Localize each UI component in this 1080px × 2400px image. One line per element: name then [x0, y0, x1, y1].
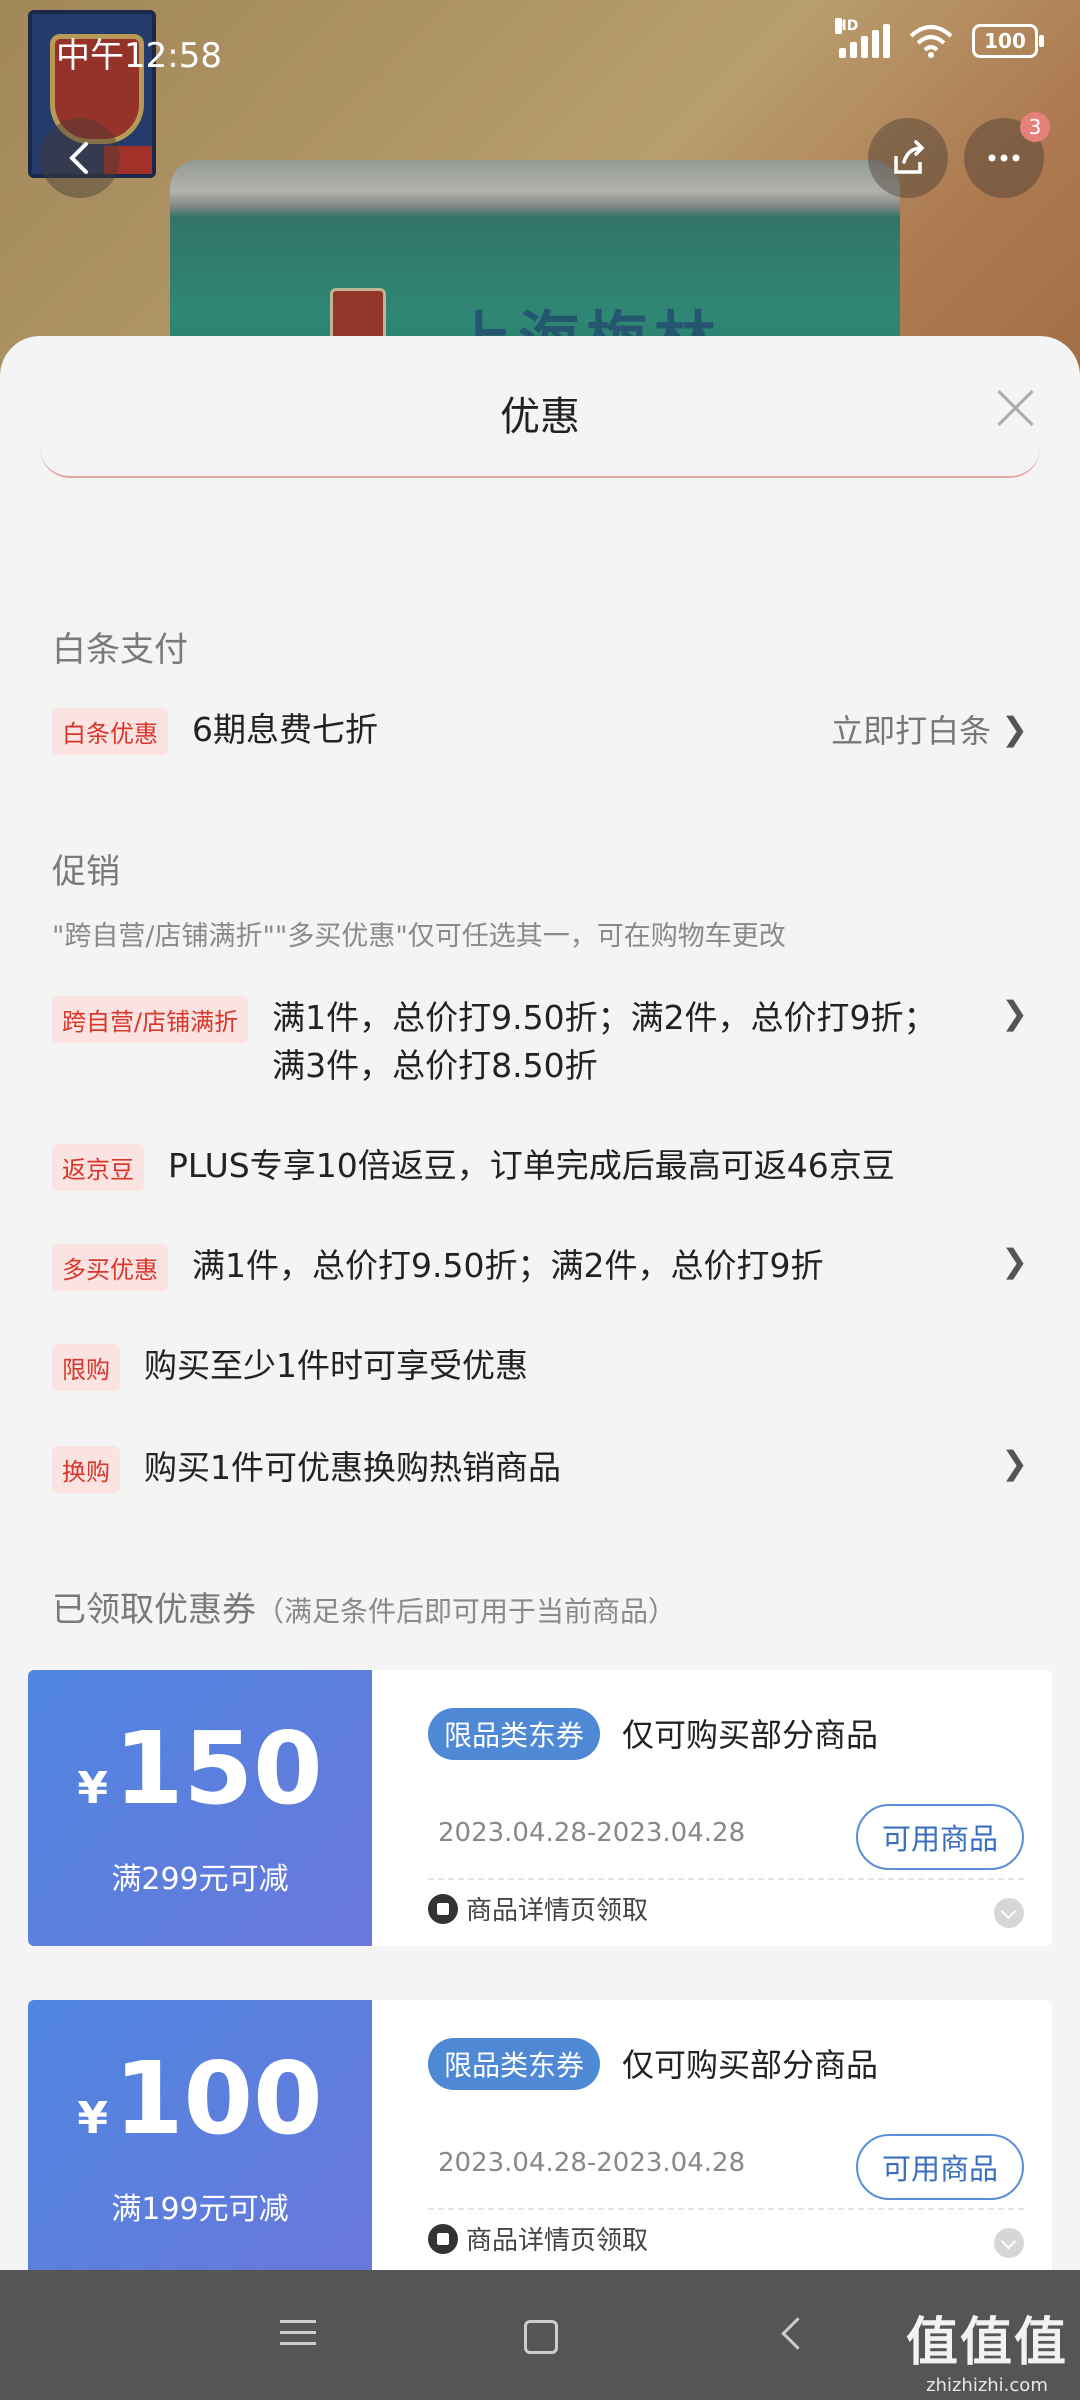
- chevron-right-icon: ❯: [1001, 710, 1028, 748]
- promo-item: 返京豆 PLUS专享10倍返豆，订单完成后最高可返46京豆: [52, 1142, 1028, 1191]
- available-products-button[interactable]: 可用商品: [855, 1804, 1024, 1870]
- coupon-condition: 满199元可减: [111, 2192, 289, 2227]
- coupon-source-icon: [428, 2223, 458, 2254]
- coupon-type-badge: 限品类东券: [428, 1708, 601, 1760]
- header-divider: [40, 446, 1040, 478]
- coupon-source-text: 商品详情页领取: [466, 2226, 649, 2256]
- baitiao-text: 6期息费七折: [192, 710, 378, 749]
- promo-tag: 换购: [52, 1446, 120, 1493]
- back-nav-icon[interactable]: [770, 2312, 814, 2356]
- back-button[interactable]: [40, 118, 120, 198]
- home-icon[interactable]: [524, 2320, 558, 2354]
- promo-text: 满1件，总价打9.50折；满2件，总价打9折；满3件，总价打8.50折: [272, 998, 937, 1085]
- coupon-amount: ¥100: [28, 2044, 372, 2174]
- status-bar: 中午12:58 HD 100: [0, 0, 1080, 96]
- promotions-sheet: 优惠 白条支付 白条优惠 6期息费七折 立即打白条 ❯ 促销 "跨自营/店铺满折…: [0, 336, 1080, 2270]
- coupon-date: 2023.04.28-2023.04.28: [438, 2148, 746, 2178]
- share-icon: [894, 140, 925, 174]
- promotion-heading: 促销: [52, 852, 120, 892]
- promo-item[interactable]: 跨自营/店铺满折 满1件，总价打9.50折；满2件，总价打9折；满3件，总价打8…: [52, 994, 1028, 1090]
- hd-indicator: HD: [835, 18, 859, 34]
- coupons-heading: 已领取优惠券（满足条件后即可用于当前商品）: [52, 1582, 676, 1631]
- more-badge: 3: [1020, 112, 1050, 142]
- more-button[interactable]: 3: [964, 112, 1050, 198]
- coupon-value-panel: ¥100 满199元可减: [28, 2000, 372, 2270]
- promo-text: 购买1件可优惠换购热销商品: [144, 1448, 561, 1487]
- promo-text: PLUS专享10倍返豆，订单完成后最高可返46京豆: [168, 1146, 895, 1185]
- promo-text: 购买至少1件时可享受优惠: [144, 1346, 528, 1385]
- promo-tag: 返京豆: [52, 1144, 144, 1191]
- coupon-card: ¥100 满199元可减 限品类东券 仅可购买部分商品 2023.04.28-2…: [28, 2000, 1052, 2270]
- coupon-desc: 仅可购买部分商品: [622, 1716, 879, 1754]
- promo-text: 满1件，总价打9.50折；满2件，总价打9折: [192, 1246, 824, 1285]
- status-time: 中午12:58: [56, 36, 222, 76]
- coupon-amount-value: 150: [113, 1710, 323, 1827]
- chevron-right-icon: ❯: [1001, 1444, 1028, 1482]
- watermark: 值值值 zhizhizhi.com: [906, 2300, 1068, 2396]
- watermark-url: zhizhizhi.com: [926, 2375, 1048, 2396]
- promo-tag: 跨自营/店铺满折: [52, 996, 249, 1043]
- chevron-right-icon: ❯: [1001, 1242, 1028, 1280]
- more-dots-icon: [988, 154, 1020, 162]
- coupons-heading-text: 已领取优惠券: [52, 1590, 256, 1630]
- coupon-amount-value: 100: [113, 2040, 323, 2157]
- menu-icon[interactable]: [276, 2312, 320, 2356]
- coupon-source: 商品详情页领取: [428, 2220, 648, 2257]
- sheet-title: 优惠: [500, 394, 580, 440]
- coupon-source: 商品详情页领取: [428, 1890, 648, 1927]
- coupon-source-text: 商品详情页领取: [466, 1896, 649, 1926]
- currency-symbol: ¥: [77, 1763, 108, 1814]
- wifi-icon: [909, 25, 953, 58]
- expand-chevron-icon[interactable]: [994, 1898, 1024, 1928]
- coupon-amount: ¥150: [28, 1714, 372, 1844]
- promo-tag: 限购: [52, 1344, 120, 1391]
- coupon-desc: 仅可购买部分商品: [622, 2046, 879, 2084]
- promotion-note: "跨自营/店铺满折""多买优惠"仅可任选其一，可在购物车更改: [52, 921, 786, 952]
- baitiao-action[interactable]: 立即打白条: [831, 706, 991, 752]
- baitiao-heading: 白条支付: [52, 630, 188, 670]
- system-nav-bar: 值值值 zhizhizhi.com: [0, 2270, 1080, 2400]
- signal-icon: HD: [835, 18, 890, 58]
- currency-symbol: ¥: [77, 2093, 108, 2144]
- available-products-button[interactable]: 可用商品: [855, 2134, 1024, 2200]
- coupon-value-panel: ¥150 满299元可减: [28, 1670, 372, 1946]
- close-icon[interactable]: [994, 386, 1038, 430]
- baitiao-tag: 白条优惠: [52, 708, 168, 755]
- coupon-date: 2023.04.28-2023.04.28: [438, 1818, 746, 1848]
- coupon-card: ¥150 满299元可减 限品类东券 仅可购买部分商品 2023.04.28-2…: [28, 1670, 1052, 1946]
- battery-icon: 100: [972, 24, 1044, 58]
- expand-chevron-icon[interactable]: [994, 2228, 1024, 2258]
- coupons-subheading: （满足条件后即可用于当前商品）: [256, 1595, 677, 1628]
- chevron-right-icon: ❯: [1001, 994, 1028, 1032]
- share-button[interactable]: [868, 118, 948, 198]
- back-arrow-icon: [69, 142, 88, 174]
- promo-item[interactable]: 换购 购买1件可优惠换购热销商品 ❯: [52, 1444, 1028, 1493]
- coupon-source-icon: [428, 1893, 458, 1924]
- promo-item: 限购 购买至少1件时可享受优惠: [52, 1342, 1028, 1391]
- promo-item[interactable]: 多买优惠 满1件，总价打9.50折；满2件，总价打9折 ❯: [52, 1242, 1028, 1291]
- baitiao-row[interactable]: 白条优惠 6期息费七折 立即打白条 ❯: [52, 706, 1028, 755]
- watermark-logo: 值值值: [905, 2313, 1068, 2373]
- promo-tag: 多买优惠: [52, 1244, 168, 1291]
- coupon-type-badge: 限品类东券: [428, 2038, 601, 2090]
- coupon-condition: 满299元可减: [111, 1862, 289, 1897]
